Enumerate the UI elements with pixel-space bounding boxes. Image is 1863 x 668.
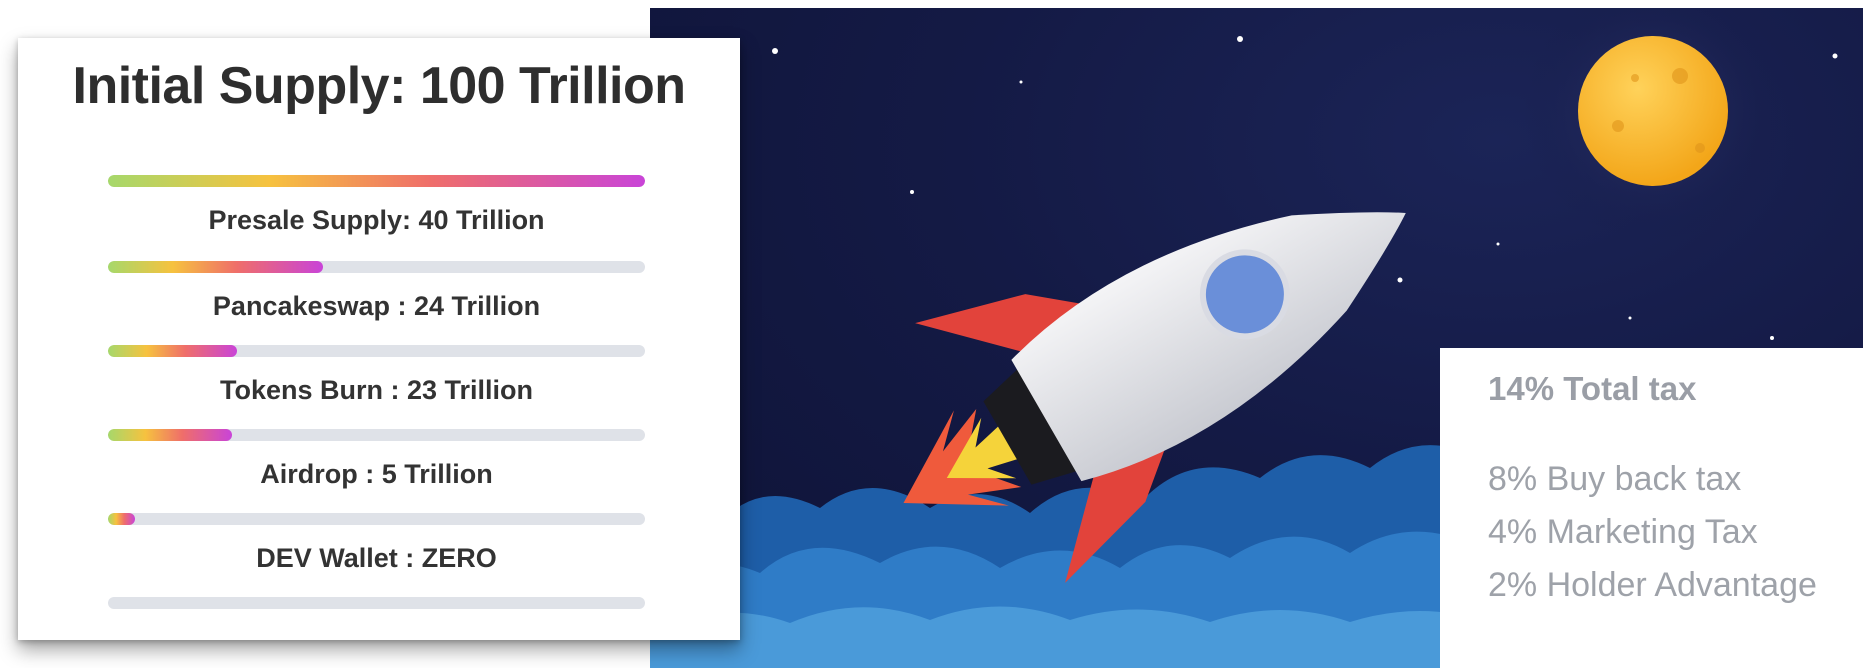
supply-bar	[108, 597, 645, 609]
supply-item-label: Tokens Burn : 23 Trillion	[219, 375, 534, 405]
supply-item-label: Presale Supply: 40 Trillion	[208, 205, 545, 235]
supply-bar-fill	[108, 175, 645, 187]
supply-bar	[108, 345, 645, 357]
supply-bar	[108, 261, 645, 273]
supply-bar	[108, 429, 645, 441]
tax-line-buyback: 8% Buy back tax	[1488, 460, 1742, 498]
supply-bar-fill	[108, 261, 323, 273]
tax-card: 14% Total tax 8% Buy back tax 4% Marketi…	[1440, 348, 1863, 668]
supply-card: Initial Supply: 100 Trillion Presale Sup…	[18, 38, 740, 640]
tax-total: 14% Total tax	[1488, 370, 1697, 407]
supply-title: Initial Supply: 100 Trillion	[72, 57, 687, 115]
supply-bar-fill	[108, 513, 135, 525]
supply-bar-fill	[108, 429, 232, 441]
supply-item-label: Airdrop : 5 Trillion	[260, 459, 493, 489]
supply-item-label: DEV Wallet : ZERO	[256, 543, 497, 573]
moon-icon	[1523, 8, 1783, 241]
supply-bars: Presale Supply: 40 Trillion Pancakeswap …	[108, 175, 645, 609]
tax-line-holder: 2% Holder Advantage	[1488, 566, 1817, 604]
supply-bar-fill	[108, 345, 237, 357]
supply-bar	[108, 513, 645, 525]
supply-item-label: Pancakeswap : 24 Trillion	[212, 291, 541, 321]
supply-bar	[108, 175, 645, 187]
tax-line-marketing: 4% Marketing Tax	[1488, 513, 1758, 551]
